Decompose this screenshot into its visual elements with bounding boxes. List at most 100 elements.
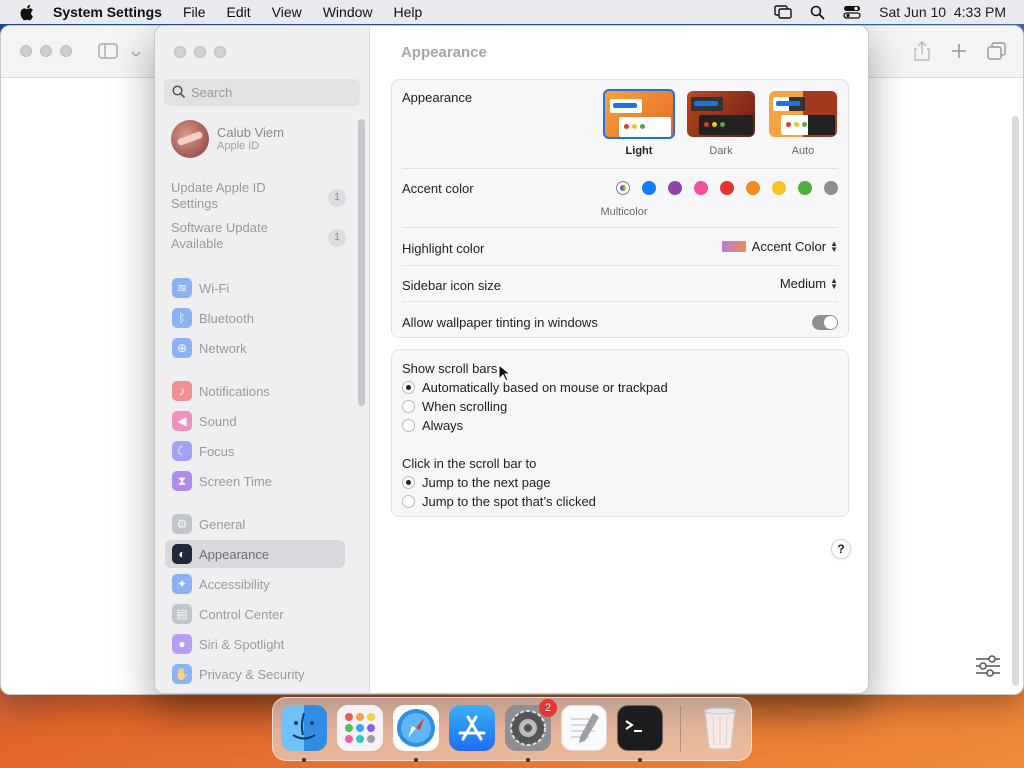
sidebar-item-notifications[interactable]: ♪ Notifications bbox=[165, 377, 345, 405]
bg-zoom-button[interactable] bbox=[60, 45, 72, 57]
accent-color-swatch[interactable] bbox=[642, 181, 656, 195]
file-menu[interactable]: File bbox=[183, 4, 206, 20]
appearance-auto-thumbnail[interactable] bbox=[769, 91, 837, 137]
control-center-icon[interactable] bbox=[843, 5, 861, 19]
page-title: Appearance bbox=[401, 44, 487, 61]
accent-color-swatch[interactable] bbox=[694, 181, 708, 195]
sidebar-item-bluetooth[interactable]: ᛒ Bluetooth bbox=[165, 304, 345, 332]
radio-icon bbox=[402, 400, 415, 413]
software-update-notice[interactable]: Software Update Available 1 bbox=[171, 220, 346, 252]
sidebar-item-appearance[interactable]: ◐ Appearance bbox=[165, 540, 345, 568]
accent-color-swatch[interactable] bbox=[798, 181, 812, 195]
bell-icon: ♪ bbox=[172, 381, 192, 401]
chevron-down-icon[interactable] bbox=[131, 46, 141, 61]
menu-bar: System Settings File Edit View Window He… bbox=[0, 0, 1024, 24]
search-placeholder: Search bbox=[191, 85, 233, 100]
bg-minimize-button[interactable] bbox=[40, 45, 52, 57]
appearance-light-label[interactable]: Light bbox=[599, 145, 679, 157]
radio-label: Jump to the spot that’s clicked bbox=[422, 494, 596, 509]
accent-multicolor-swatch[interactable] bbox=[616, 181, 630, 195]
safari-dock-icon[interactable] bbox=[393, 705, 439, 751]
sidebar-icon-size-value: Medium bbox=[779, 276, 827, 291]
trash-dock-icon[interactable] bbox=[697, 705, 743, 751]
sidebar-item-label: Appearance bbox=[199, 546, 270, 562]
jump-next-page-radio[interactable]: Jump to the next page bbox=[402, 475, 551, 490]
sidebar-icon-size-popup[interactable]: Medium ▲ ▼ bbox=[780, 276, 838, 291]
popup-stepper-icon: ▲ ▼ bbox=[830, 238, 838, 254]
screen-mirroring-icon[interactable] bbox=[774, 5, 792, 19]
zoom-button[interactable] bbox=[214, 46, 226, 58]
control-center-icon: ▤ bbox=[172, 604, 192, 624]
apple-menu-icon[interactable] bbox=[19, 4, 34, 21]
spotlight-search-icon[interactable] bbox=[810, 5, 825, 20]
bg-close-button[interactable] bbox=[20, 45, 32, 57]
sidebar-item-network[interactable]: ⊕ Network bbox=[165, 334, 345, 362]
finder-dock-icon[interactable] bbox=[281, 705, 327, 751]
accent-color-swatch[interactable] bbox=[772, 181, 786, 195]
edit-menu[interactable]: Edit bbox=[227, 4, 251, 20]
scroll-always-radio[interactable]: Always bbox=[402, 418, 463, 433]
help-menu[interactable]: Help bbox=[394, 4, 423, 20]
launchpad-dock-icon[interactable] bbox=[337, 705, 383, 751]
textedit-dock-icon[interactable] bbox=[561, 705, 607, 751]
sidebar-item-control-center[interactable]: ▤ Control Center bbox=[165, 600, 345, 628]
tab-overview-icon[interactable] bbox=[987, 42, 1006, 63]
accessibility-icon: ✦ bbox=[172, 574, 192, 594]
minimize-button[interactable] bbox=[194, 46, 206, 58]
sidebar-item-focus[interactable]: ☾ Focus bbox=[165, 437, 345, 465]
accent-color-swatch[interactable] bbox=[746, 181, 760, 195]
sidebar-item-label: Bluetooth bbox=[199, 310, 254, 326]
wallpaper-tinting-toggle[interactable] bbox=[812, 315, 838, 330]
app-name-menu[interactable]: System Settings bbox=[53, 4, 162, 20]
filter-settings-icon[interactable] bbox=[975, 655, 1001, 680]
update-apple-id-notice[interactable]: Update Apple ID Settings 1 bbox=[171, 180, 346, 212]
dock: 2 bbox=[272, 697, 752, 762]
system-settings-dock-icon[interactable]: 2 bbox=[505, 699, 557, 751]
scroll-when-scrolling-radio[interactable]: When scrolling bbox=[402, 399, 507, 414]
speaker-icon: ◀ bbox=[172, 411, 192, 431]
notice-badge: 1 bbox=[328, 229, 346, 247]
sidebar-item-label: Sound bbox=[199, 413, 237, 429]
sidebar-item-accessibility[interactable]: ✦ Accessibility bbox=[165, 570, 345, 598]
sidebar-item-wi-fi[interactable]: ≋ Wi-Fi bbox=[165, 274, 345, 302]
appearance-light-thumbnail[interactable] bbox=[603, 89, 675, 139]
highlight-color-value: Accent Color bbox=[751, 239, 827, 254]
jump-to-spot-radio[interactable]: Jump to the spot that’s clicked bbox=[402, 494, 596, 509]
background-window-scrollbar[interactable] bbox=[1012, 116, 1019, 686]
search-input[interactable]: Search bbox=[164, 79, 360, 106]
accent-color-swatch[interactable] bbox=[720, 181, 734, 195]
divider bbox=[402, 265, 838, 266]
window-menu[interactable]: Window bbox=[323, 4, 373, 20]
sidebar-item-sound[interactable]: ◀ Sound bbox=[165, 407, 345, 435]
accent-color-swatch[interactable] bbox=[668, 181, 682, 195]
appearance-dark-thumbnail[interactable] bbox=[687, 91, 755, 137]
radio-icon bbox=[402, 495, 415, 508]
sidebar-item-label: Notifications bbox=[199, 383, 270, 399]
accent-color-swatch[interactable] bbox=[824, 181, 838, 195]
sidebar-icon-size-label: Sidebar icon size bbox=[402, 278, 501, 293]
highlight-color-popup[interactable]: Accent Color ▲ ▼ bbox=[721, 238, 838, 254]
appearance-auto-label[interactable]: Auto bbox=[763, 145, 843, 157]
appearance-dark-label[interactable]: Dark bbox=[681, 145, 761, 157]
terminal-dock-icon[interactable] bbox=[617, 705, 663, 751]
sidebar-item-siri-spotlight[interactable]: ● Siri & Spotlight bbox=[165, 630, 345, 658]
view-menu[interactable]: View bbox=[272, 4, 302, 20]
share-icon[interactable] bbox=[914, 41, 930, 64]
appearance-settings-card: Appearance Light Dark Auto Accent color … bbox=[391, 79, 849, 338]
add-tab-icon[interactable] bbox=[951, 43, 967, 62]
scroll-auto-radio[interactable]: Automatically based on mouse or trackpad bbox=[402, 380, 668, 395]
help-button[interactable]: ? bbox=[831, 539, 851, 559]
menubar-clock[interactable]: Sat Jun 10 4:33 PM bbox=[879, 4, 1006, 20]
siri-icon: ● bbox=[172, 634, 192, 654]
running-indicator bbox=[638, 758, 642, 762]
wallpaper-tinting-label: Allow wallpaper tinting in windows bbox=[402, 315, 598, 330]
sidebar-item-privacy-security[interactable]: ✋ Privacy & Security bbox=[165, 660, 345, 688]
apple-id-profile[interactable]: Calub Viem Apple ID bbox=[171, 120, 284, 158]
sidebar-item-screen-time[interactable]: ⧗ Screen Time bbox=[165, 467, 345, 495]
close-button[interactable] bbox=[174, 46, 186, 58]
sidebar-scrollbar[interactable] bbox=[358, 119, 365, 406]
sidebar-toggle-icon[interactable] bbox=[98, 43, 118, 62]
appearance-icon: ◐ bbox=[172, 544, 192, 564]
app-store-dock-icon[interactable] bbox=[449, 705, 495, 751]
sidebar-item-general[interactable]: ⚙ General bbox=[165, 510, 345, 538]
